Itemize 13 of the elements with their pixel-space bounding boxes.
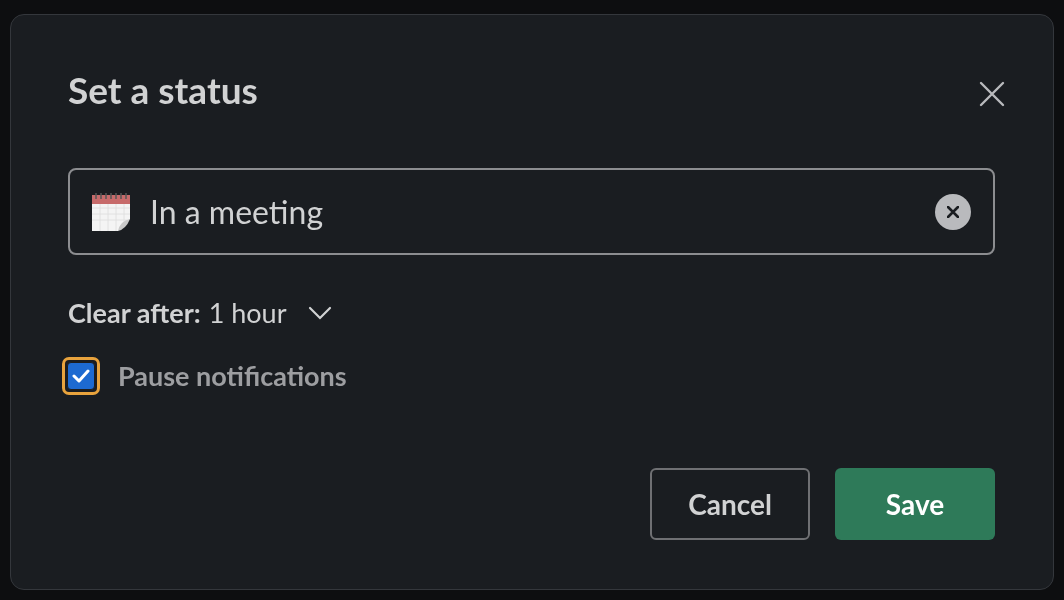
clear-after-dropdown[interactable]: Clear after: 1 hour (68, 299, 333, 326)
chevron-down-icon (308, 305, 333, 320)
save-button[interactable]: Save (835, 468, 995, 540)
status-field[interactable]: In a meeting (68, 168, 995, 255)
status-input[interactable]: In a meeting (150, 187, 935, 236)
cancel-button[interactable]: Cancel (650, 468, 810, 540)
checkmark-icon (72, 368, 90, 385)
dialog-title: Set a status (68, 70, 258, 108)
checkbox-label: Pause notifications (118, 358, 347, 394)
calendar-icon (90, 190, 132, 233)
clear-button[interactable] (935, 193, 971, 230)
close-icon (979, 81, 1005, 107)
close-icon (947, 205, 959, 218)
